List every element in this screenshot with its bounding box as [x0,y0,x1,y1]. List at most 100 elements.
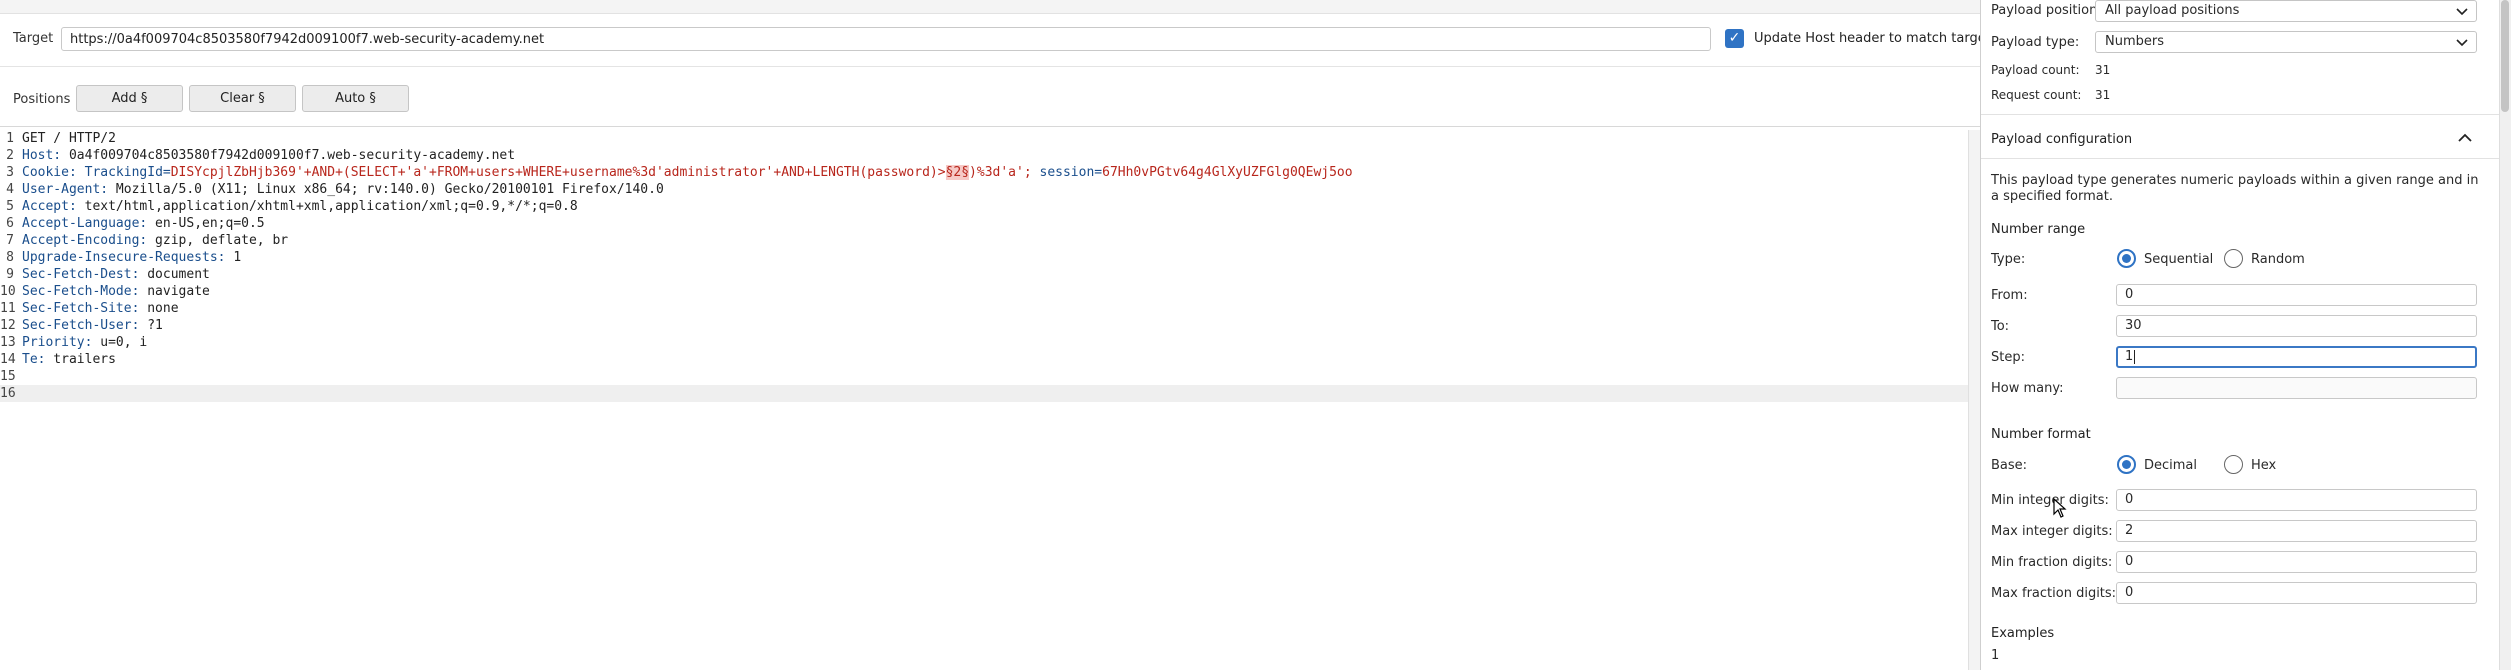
editor-line: 5 Accept: text/html,application/xhtml+xml… [0,198,1968,215]
step-input[interactable]: 1 [2116,346,2477,368]
editor-line: 15 [0,368,1968,385]
from-input[interactable]: 0 [2116,284,2477,306]
payload-count-value: 31 [2095,63,2111,77]
max-integer-digits-input[interactable]: 2 [2116,520,2477,542]
max-fraction-digits-label: Max fraction digits: [1991,586,2117,601]
how-many-input[interactable] [2116,377,2477,399]
editor-line: 7 Accept-Encoding: gzip, deflate, br [0,232,1968,249]
payload-configuration-title: Payload configuration [1991,132,2133,147]
header-value: en-US,en;q=0.5 [147,216,265,231]
payload-type-value: Numbers [2105,34,2164,49]
editor-line: 8 Upgrade-Insecure-Requests: 1 [0,249,1968,266]
line-number: 15 [0,369,16,384]
line-number: 13 [0,335,16,350]
positions-toolbar: Positions Add § Clear § Auto § [0,84,1980,114]
chevron-down-icon [2455,1,2469,27]
range-type-label: Type: [1991,252,2026,267]
line-number: 16 [0,386,16,401]
step-value: 1 [2125,349,2134,364]
line-number: 3 [6,165,14,180]
add-marker-button[interactable]: Add § [76,85,183,112]
header-value: u=0, i [92,335,148,350]
cookie-tracking-key: TrackingId= [84,165,171,180]
editor-line: 6 Accept-Language: en-US,en;q=0.5 [0,215,1968,232]
hex-label: Hex [2251,458,2277,473]
header-value: ?1 [139,318,163,333]
top-toolbar-strip [0,0,1980,14]
target-row: Target https://0a4f009704c8503580f7942d0… [0,22,1991,56]
scrollbar-thumb[interactable] [2501,0,2509,112]
editor-line: 11 Sec-Fetch-Site: none [0,300,1968,317]
sequential-label: Sequential [2144,252,2214,267]
update-host-label: Update Host header to match target [1754,31,1991,46]
editor-line: 4 User-Agent: Mozilla/5.0 (X11; Linux x86… [0,181,1968,198]
min-fraction-digits-label: Min fraction digits: [1991,555,2113,570]
cookie-session-value: 67Hh0vPGtv64g4GlXyUZFGlg0QEwj5oo [1102,165,1353,180]
editor-line: 13 Priority: u=0, i [0,334,1968,351]
sequential-radio[interactable] [2117,249,2136,268]
line-number: 12 [0,318,16,333]
how-many-label: How many: [1991,381,2064,396]
update-host-checkbox[interactable]: ✓ [1725,29,1744,48]
header-key: Priority: [22,335,93,350]
line-number: 10 [0,284,16,299]
to-label: To: [1991,319,2010,334]
target-label: Target [13,31,54,46]
to-input[interactable]: 30 [2116,315,2477,337]
editor-line: 14 Te: trailers [0,351,1968,368]
min-integer-digits-label: Min integer digits: [1991,493,2109,508]
auto-markers-button[interactable]: Auto § [302,85,409,112]
line-number: 1 [6,131,14,146]
payload-type-label: Payload type: [1991,35,2080,50]
header-value: Mozilla/5.0 (X11; Linux x86_64; rv:140.0… [108,182,664,197]
editor-line: 2 Host: 0a4f009704c8503580f7942d009100f7.… [0,147,1968,164]
line-number: 4 [6,182,14,197]
header-value: 1 [225,250,242,265]
header-value: gzip, deflate, br [147,233,289,248]
header-value: 0a4f009704c8503580f7942d009100f7.web-sec… [61,148,516,163]
min-integer-digits-input[interactable]: 0 [2116,489,2477,511]
header-key: Host: [22,148,62,163]
decimal-label: Decimal [2144,458,2198,473]
number-format-heading: Number format [1991,427,2091,442]
decimal-radio[interactable] [2117,455,2136,474]
request-line: GET / HTTP/2 [22,131,116,146]
editor-line-cookie: 3 Cookie: TrackingId=DISYcpjlZbHjb369'+AN… [0,164,1968,181]
header-value: trailers [45,352,116,367]
header-key: User-Agent: [22,182,109,197]
mouse-pointer-icon [2053,497,2067,518]
from-label: From: [1991,288,2028,303]
editor-line: 1 GET / HTTP/2 [0,130,1968,147]
target-url-input[interactable]: https://0a4f009704c8503580f7942d009100f7… [61,27,1711,51]
cookie-tracking-tail: )%3d'a'; [969,165,1032,180]
positions-label: Positions [13,92,71,107]
examples-heading: Examples [1991,626,2055,641]
header-key: Accept-Language: [22,216,148,231]
payload-position-select[interactable]: All payload positions [2095,0,2477,22]
editor-scrollbar[interactable] [1968,130,1980,670]
request-count-value: 31 [2095,88,2111,102]
line-number: 7 [6,233,14,248]
payload-type-select[interactable]: Numbers [2095,31,2477,53]
max-integer-digits-label: Max integer digits: [1991,524,2113,539]
payload-position-value: All payload positions [2105,3,2240,18]
header-value: text/html,application/xhtml+xml,applicat… [76,199,578,214]
line-number: 8 [6,250,14,265]
header-key: Accept-Encoding: [22,233,148,248]
intruder-positions-pane: Target https://0a4f009704c8503580f7942d0… [0,0,1991,670]
max-fraction-digits-input[interactable]: 0 [2116,582,2477,604]
text-caret [2134,349,2136,364]
chevron-up-icon[interactable] [2455,130,2475,146]
random-radio[interactable] [2224,249,2243,268]
payload-marker[interactable]: §2§ [945,165,970,180]
divider [0,126,1980,127]
clear-markers-button[interactable]: Clear § [189,85,296,112]
line-number: 11 [0,301,16,316]
header-key: Cookie: [22,165,77,180]
editor-line: 12 Sec-Fetch-User: ?1 [0,317,1968,334]
min-fraction-digits-input[interactable]: 0 [2116,551,2477,573]
request-editor[interactable]: 1 GET / HTTP/2 2 Host: 0a4f009704c8503580f… [0,130,1968,670]
line-number: 5 [6,199,14,214]
hex-radio[interactable] [2224,455,2243,474]
header-value: document [139,267,210,282]
